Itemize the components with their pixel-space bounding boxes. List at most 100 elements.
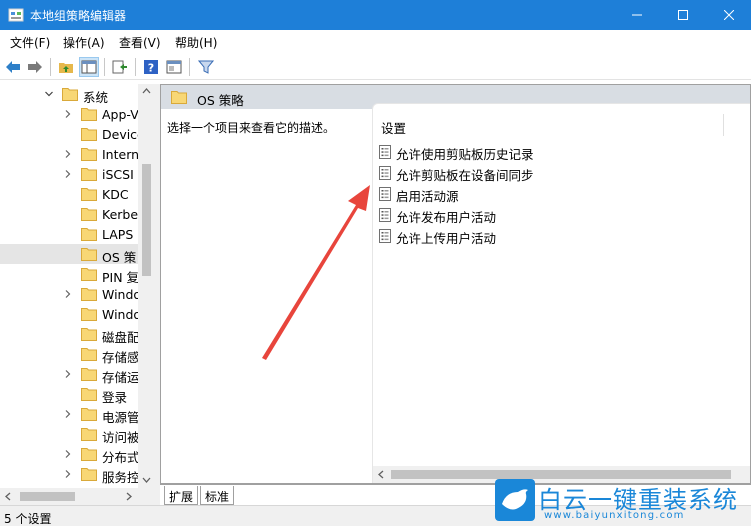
tree-item[interactable]: Intern (0, 144, 138, 164)
watermark-url: www.baiyunxitong.com (544, 510, 685, 521)
tree-item-label: 访问被 (102, 430, 138, 444)
policy-setting-icon (379, 145, 391, 159)
chevron-right-icon[interactable] (63, 149, 73, 159)
chevron-right-icon[interactable] (63, 409, 73, 419)
scroll-up-icon[interactable] (142, 87, 151, 95)
up-folder-icon (59, 63, 73, 73)
tree-item[interactable]: 服务控 (0, 464, 138, 484)
folder-icon (81, 388, 97, 401)
folder-icon (81, 228, 97, 241)
tree-item-label: 存储感 (102, 350, 138, 364)
folder-icon (81, 168, 97, 181)
export-list-button[interactable] (110, 57, 130, 77)
setting-row[interactable]: 允许剪贴板在设备间同步 (379, 163, 679, 183)
maximize-icon (678, 10, 688, 20)
group-policy-app-icon (8, 8, 24, 22)
tree-item-label: KDC (102, 187, 129, 202)
svg-text:?: ? (148, 62, 154, 75)
settings-list: 设置 允许使用剪贴板历史记录 允许剪贴板在设备间同步 启用活动源 允许发布用户活动 允许… (372, 103, 750, 483)
setting-label: 允许使用剪贴板历史记录 (396, 147, 534, 162)
tree-item[interactable]: 电源管 (0, 404, 138, 424)
forward-button[interactable] (25, 57, 45, 77)
scroll-left-icon[interactable] (377, 470, 385, 479)
chevron-right-icon[interactable] (63, 289, 73, 299)
policy-setting-icon (379, 208, 391, 222)
maximize-button[interactable] (660, 0, 706, 30)
tree-item[interactable]: LAPS (0, 224, 138, 244)
folder-icon (81, 448, 97, 461)
tab-extended[interactable]: 扩展 (164, 486, 199, 505)
setting-row[interactable]: 允许上传用户活动 (379, 226, 679, 246)
menu-view[interactable]: 查看(V) (119, 34, 161, 51)
column-separator[interactable] (723, 114, 724, 136)
chevron-right-icon[interactable] (63, 449, 73, 459)
toolbar-separator (135, 58, 136, 76)
folder-icon (81, 368, 97, 381)
folder-icon (62, 88, 78, 101)
tree-item[interactable]: 存储运 (0, 364, 138, 384)
tree-vertical-scrollbar[interactable] (138, 84, 155, 488)
menu-file[interactable]: 文件(F) (10, 34, 50, 51)
navigation-tree: 系统 App-V Device Intern iSCSI KDC Kerbe LAPS OS 策… (0, 84, 155, 484)
tree-item[interactable]: iSCSI (0, 164, 138, 184)
menu-help[interactable]: 帮助(H) (175, 34, 217, 51)
setting-row[interactable]: 启用活动源 (379, 184, 679, 204)
chevron-down-icon[interactable] (44, 89, 54, 99)
tree-item[interactable]: KDC (0, 184, 138, 204)
properties-button[interactable] (164, 57, 184, 77)
tree-item[interactable]: PIN 复 (0, 264, 138, 284)
menu-bar: 文件(F) 操作(A) 查看(V) 帮助(H) (0, 30, 751, 53)
tree-item-label: 电源管 (102, 410, 138, 424)
minimize-button[interactable] (614, 0, 660, 30)
folder-icon (81, 148, 97, 161)
chevron-right-icon[interactable] (63, 169, 73, 179)
tree-item[interactable]: 登录 (0, 384, 138, 404)
setting-row[interactable]: 允许发布用户活动 (379, 205, 679, 225)
folder-icon (81, 288, 97, 301)
toolbar-separator (189, 58, 190, 76)
column-header-setting[interactable]: 设置 (381, 118, 406, 137)
close-button[interactable] (706, 0, 751, 30)
back-button[interactable] (3, 57, 23, 77)
tree-item[interactable]: 磁盘配 (0, 324, 138, 344)
tree-item[interactable]: Windo (0, 284, 138, 304)
scroll-right-icon[interactable] (125, 492, 133, 501)
tree-item-label: Windo (102, 287, 138, 302)
tree-item[interactable]: Kerbe (0, 204, 138, 224)
chevron-right-icon[interactable] (63, 369, 73, 379)
menu-action[interactable]: 操作(A) (63, 34, 105, 51)
tree-item-label: LAPS (102, 227, 134, 242)
filter-button[interactable] (196, 57, 216, 77)
pane-title: OS 策略 (197, 93, 244, 108)
tree-item[interactable]: OS 策 (0, 244, 138, 264)
scrollbar-thumb[interactable] (142, 164, 151, 276)
tree-item[interactable]: Windo (0, 304, 138, 324)
tree-item[interactable]: 存储感 (0, 344, 138, 364)
chevron-right-icon[interactable] (63, 109, 73, 119)
forward-icon (28, 61, 42, 73)
status-text: 5 个设置 (4, 512, 52, 526)
details-pane: OS 策略 选择一个项目来查看它的描述。 设置 允许使用剪贴板历史记录 允许剪贴板… (160, 84, 751, 484)
scroll-down-icon[interactable] (142, 476, 151, 484)
tree-horizontal-scrollbar[interactable] (0, 488, 155, 505)
show-hide-tree-button[interactable] (79, 57, 99, 77)
folder-icon (81, 248, 97, 261)
scroll-left-icon[interactable] (4, 492, 12, 501)
help-button[interactable]: ? (141, 57, 161, 77)
tree-item-label: iSCSI (102, 167, 134, 182)
tab-standard[interactable]: 标准 (200, 486, 235, 505)
tree-item[interactable]: Device (0, 124, 138, 144)
tree-item[interactable]: 分布式 (0, 444, 138, 464)
tree-item-label: 登录 (102, 390, 128, 404)
folder-icon (81, 428, 97, 441)
up-level-button[interactable] (56, 57, 76, 77)
tree-item[interactable]: 访问被 (0, 424, 138, 444)
tree-item[interactable]: App-V (0, 104, 138, 124)
chevron-right-icon[interactable] (63, 469, 73, 479)
folder-icon (171, 91, 187, 104)
scrollbar-thumb[interactable] (20, 492, 75, 501)
setting-row[interactable]: 允许使用剪贴板历史记录 (379, 142, 679, 162)
tree-item-label: 系统 (83, 90, 109, 104)
watermark-logo: 白云一键重装系统 www.baiyunxitong.com (494, 478, 751, 526)
tree-item-system[interactable]: 系统 (0, 84, 138, 104)
